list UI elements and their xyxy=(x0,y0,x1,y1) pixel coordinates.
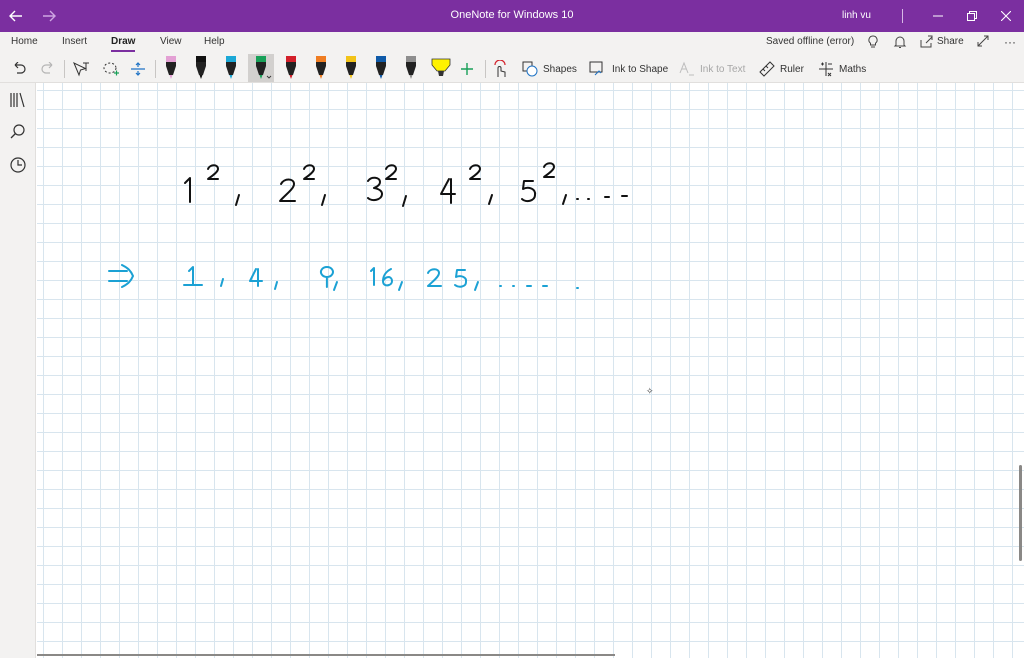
minimize-icon[interactable] xyxy=(922,0,954,32)
horizontal-scrollbar[interactable] xyxy=(37,654,615,656)
ink-comma xyxy=(274,281,278,290)
undo-icon[interactable] xyxy=(11,58,27,80)
title-bar: OneNote for Windows 10 linh vu xyxy=(0,0,1024,32)
highlighter-icon[interactable] xyxy=(428,54,454,82)
ruler-icon xyxy=(759,61,775,77)
save-status: Saved offline (error) xyxy=(766,36,855,47)
yellow-pen-icon[interactable] xyxy=(338,54,364,82)
notebooks-icon[interactable] xyxy=(9,91,27,109)
redo-icon[interactable] xyxy=(40,58,56,80)
red-pen-icon[interactable] xyxy=(278,54,304,82)
ink-comma xyxy=(488,194,493,205)
maths-icon xyxy=(819,62,833,77)
tab-home[interactable]: Home xyxy=(11,36,38,47)
share-button[interactable]: Share xyxy=(920,35,964,48)
draw-toolbar: Shapes Ink to Shape Ink to Text Ruler Ma… xyxy=(0,54,1024,83)
maths-button[interactable]: Maths xyxy=(818,58,866,80)
restore-icon[interactable] xyxy=(956,0,988,32)
ink-implies-arrow xyxy=(108,264,134,288)
ink-digit-5 xyxy=(454,269,468,288)
share-label: Share xyxy=(937,36,964,47)
tab-insert[interactable]: Insert xyxy=(62,36,87,47)
tab-view[interactable]: View xyxy=(160,36,182,47)
shapes-label: Shapes xyxy=(543,63,577,75)
expand-icon[interactable] xyxy=(977,35,989,47)
ink-exponent-2 xyxy=(207,164,219,180)
ruler-label: Ruler xyxy=(780,63,804,75)
ink-comma xyxy=(562,194,567,205)
touch-draw-icon[interactable] xyxy=(492,58,508,80)
ink-to-shape-icon xyxy=(589,61,603,76)
share-icon xyxy=(920,35,933,48)
maths-label: Maths xyxy=(839,63,867,75)
cyan-pen-icon[interactable] xyxy=(218,54,244,82)
ink-comma xyxy=(474,281,479,291)
ink-comma xyxy=(321,194,326,206)
ink-digit-1 xyxy=(370,267,375,286)
blue-pen-icon[interactable] xyxy=(368,54,394,82)
shapes-button[interactable]: Shapes xyxy=(522,58,577,80)
search-icon[interactable] xyxy=(9,123,27,141)
ink-exponent-2 xyxy=(385,164,397,180)
vertical-scrollbar[interactable] xyxy=(1019,465,1022,561)
ink-digit-1 xyxy=(183,266,203,286)
ink-to-shape-label: Ink to Shape xyxy=(612,63,669,75)
ink-comma xyxy=(398,281,403,291)
ink-digit-2 xyxy=(427,268,442,287)
green-pen-icon[interactable] xyxy=(248,54,274,82)
ink-line-values xyxy=(108,264,579,291)
active-tab-indicator xyxy=(111,50,135,52)
toolbar-divider xyxy=(485,60,486,78)
toolbar-divider xyxy=(64,60,65,78)
black-pen-icon[interactable] xyxy=(188,54,214,82)
ink-digit-5 xyxy=(521,180,537,203)
type-select-icon[interactable] xyxy=(72,58,90,80)
bell-icon[interactable] xyxy=(893,35,907,49)
close-icon[interactable] xyxy=(990,0,1022,32)
recent-notes-icon[interactable] xyxy=(9,156,27,174)
ink-digit-6 xyxy=(382,268,393,287)
ink-digit-4 xyxy=(440,178,456,204)
ink-digit-2 xyxy=(279,178,296,202)
shapes-icon xyxy=(522,61,538,77)
ink-digit-9 xyxy=(319,266,334,288)
cursor-crosshair-icon: ✧ xyxy=(646,386,654,396)
add-pen-icon[interactable] xyxy=(460,58,474,80)
ink-to-text-button[interactable]: Ink to Text xyxy=(679,58,745,80)
ink-to-text-label: Ink to Text xyxy=(700,63,746,75)
ruler-button[interactable]: Ruler xyxy=(759,58,804,80)
ink-to-shape-button[interactable]: Ink to Shape xyxy=(589,58,668,80)
ink-comma xyxy=(220,278,224,287)
ink-comma xyxy=(235,194,240,206)
user-name[interactable]: linh vu xyxy=(842,10,871,21)
galaxy-pen-icon[interactable] xyxy=(398,54,424,82)
ink-dots xyxy=(499,285,579,289)
ink-layer xyxy=(108,162,628,291)
ink-digit-1 xyxy=(184,177,191,203)
ink-exponent-2 xyxy=(543,162,555,178)
ink-exponent-2 xyxy=(469,164,481,180)
tab-help[interactable]: Help xyxy=(204,36,225,47)
orange-pen-icon[interactable] xyxy=(308,54,334,82)
lightbulb-icon[interactable] xyxy=(866,35,880,49)
ink-comma xyxy=(402,195,407,207)
tab-draw[interactable]: Draw xyxy=(111,36,135,47)
ink-digit-3 xyxy=(367,176,383,202)
ink-comma xyxy=(333,281,338,291)
ink-line-squares xyxy=(184,162,628,207)
lasso-select-icon[interactable] xyxy=(102,58,120,80)
toolbar-divider xyxy=(155,60,156,78)
ribbon-tabs: Home Insert Draw View Help Saved offline… xyxy=(0,32,1024,54)
note-canvas[interactable] xyxy=(37,83,1024,658)
ink-dots xyxy=(576,195,628,200)
title-divider xyxy=(902,9,903,23)
ink-to-text-icon xyxy=(679,61,694,76)
add-space-icon[interactable] xyxy=(130,58,146,80)
ink-digit-4 xyxy=(249,268,263,287)
navigation-rail xyxy=(0,83,36,658)
more-options-icon[interactable]: ··· xyxy=(1004,35,1016,49)
ink-exponent-2 xyxy=(303,164,315,180)
pink-pen-icon[interactable] xyxy=(158,54,184,82)
